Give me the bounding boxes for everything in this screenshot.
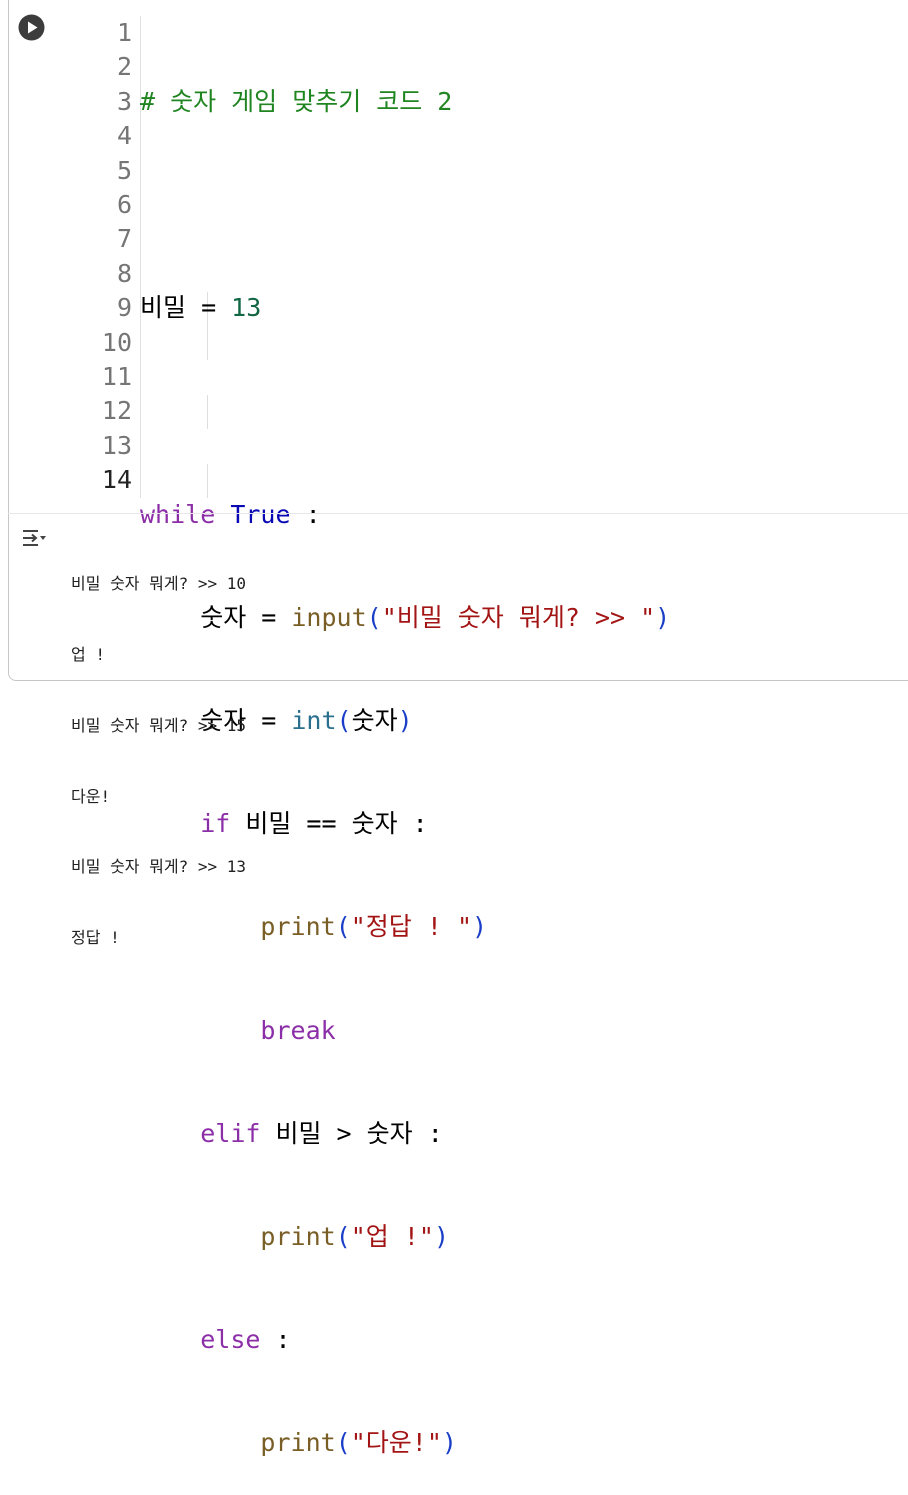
line-number: 5	[116, 155, 132, 185]
code-keyword: else	[200, 1325, 261, 1355]
output-line: 다운!	[71, 786, 111, 806]
code-line: else :	[140, 1323, 670, 1357]
code-comment: # 숫자 게임 맞추기 코드 2	[140, 86, 453, 116]
code-string: "업 !"	[350, 1222, 434, 1252]
code-string: "다운!"	[350, 1428, 442, 1458]
line-number: 8	[116, 258, 132, 288]
code-string: "비밀 숫자 뭐게? >> "	[381, 602, 656, 632]
code-keyword: break	[260, 1015, 336, 1045]
play-circle-icon	[18, 14, 45, 41]
code-paren: )	[397, 706, 413, 736]
code-paren: (	[335, 912, 351, 942]
code-paren: (	[335, 1428, 351, 1458]
line-number: 3	[116, 86, 132, 116]
output-toggle-button[interactable]	[22, 528, 48, 548]
code-line: elif 비밀 > 숫자 :	[140, 1117, 670, 1151]
code-paren: (	[366, 602, 382, 632]
cell-output: 비밀 숫자 뭐게? >> 10 업 ! 비밀 숫자 뭐게? >> 15 다운! …	[71, 525, 246, 973]
line-number: 9	[116, 293, 132, 323]
code-number: 13	[231, 293, 262, 323]
code-expression: 비밀 > 숫자 :	[260, 1118, 443, 1148]
line-number-gutter: 1 2 3 4 5 6 7 8 9 10 11 12 13 14	[86, 16, 132, 498]
code-line: print("다운!")	[140, 1426, 670, 1460]
code-line: 비밀 = 13	[140, 291, 670, 325]
code-variable: 숫자	[351, 706, 398, 736]
code-paren: (	[335, 1222, 351, 1252]
code-punct: :	[260, 1325, 291, 1355]
code-paren: )	[655, 602, 671, 632]
line-number: 10	[101, 327, 132, 357]
code-line: break	[140, 1014, 670, 1048]
output-line: 비밀 숫자 뭐게? >> 13	[71, 857, 247, 877]
code-operator: =	[186, 293, 232, 323]
code-variable: 비밀	[140, 293, 187, 323]
output-divider	[8, 513, 908, 514]
line-number: 11	[101, 362, 132, 392]
output-toggle-icon	[23, 530, 46, 546]
line-number: 13	[101, 430, 132, 460]
line-number: 12	[101, 396, 132, 426]
line-number-active: 14	[101, 465, 132, 495]
line-number: 7	[116, 224, 132, 254]
code-line: # 숫자 게임 맞추기 코드 2	[140, 85, 670, 119]
code-paren: )	[441, 1428, 457, 1458]
code-paren: )	[433, 1222, 450, 1252]
line-number: 6	[116, 190, 132, 220]
code-expression: 비밀 == 숫자 :	[230, 809, 428, 839]
output-line: 비밀 숫자 뭐게? >> 10	[71, 574, 247, 594]
code-builtin: int	[291, 706, 337, 736]
output-line: 비밀 숫자 뭐게? >> 15	[71, 715, 247, 735]
line-number: 4	[116, 121, 132, 151]
code-function: input	[291, 602, 367, 632]
line-number: 2	[116, 52, 132, 82]
code-paren: (	[336, 706, 352, 736]
output-line: 정답 !	[71, 928, 120, 948]
line-number: 1	[116, 18, 132, 47]
run-cell-button[interactable]	[17, 13, 46, 42]
code-keyword: elif	[200, 1118, 261, 1148]
code-function: print	[260, 1222, 336, 1252]
code-function: print	[260, 912, 336, 942]
code-paren: )	[472, 912, 488, 942]
code-string: "정답 ! "	[350, 912, 473, 942]
code-function: print	[260, 1428, 336, 1458]
code-line: print("업 !")	[140, 1220, 670, 1254]
output-line: 업 !	[71, 644, 105, 664]
code-punct: :	[290, 499, 321, 529]
